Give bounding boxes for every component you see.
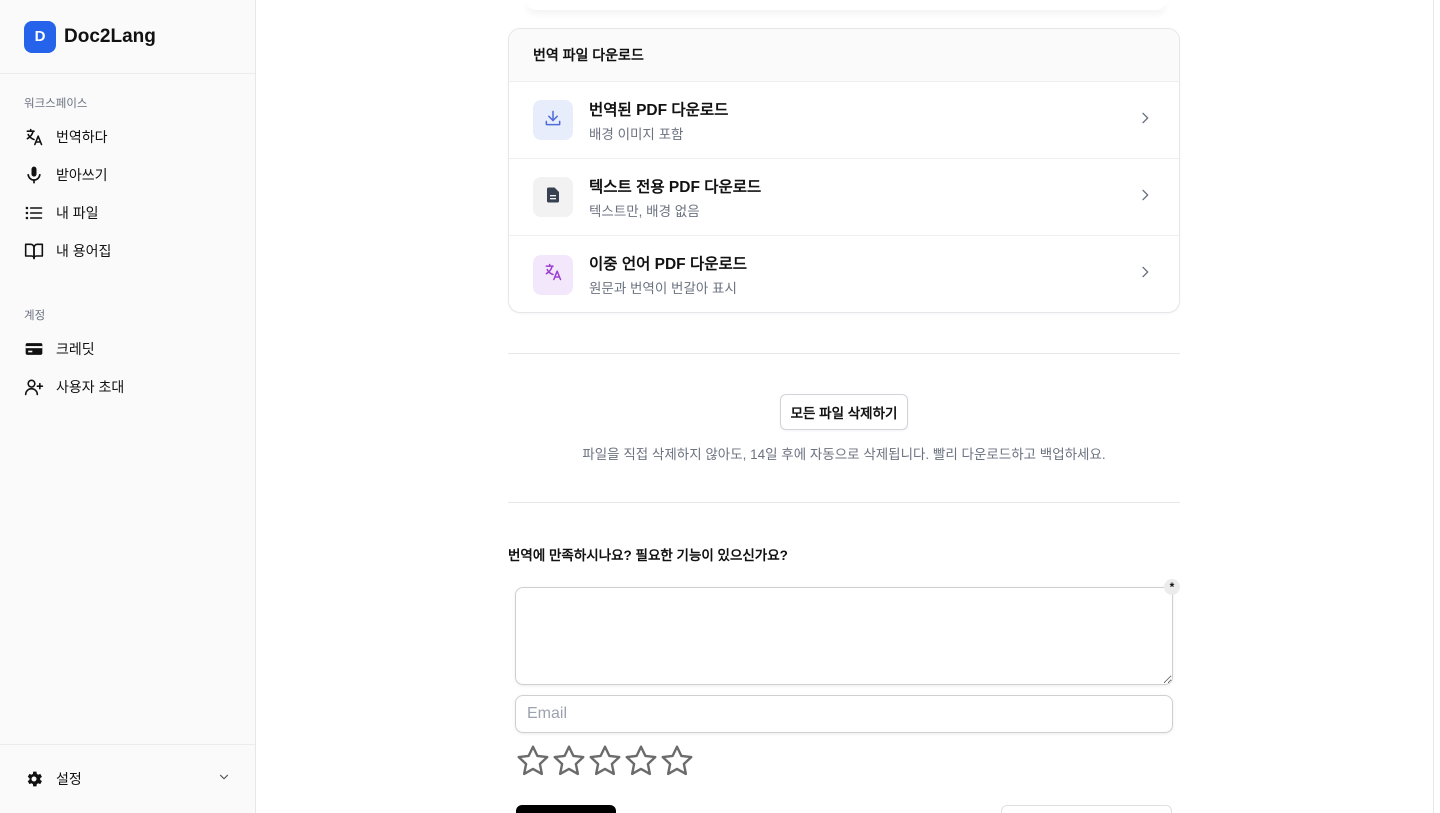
download-text: 번역된 PDF 다운로드 배경 이미지 포함 [589,98,1137,143]
sidebar-item-label: 받아쓰기 [56,167,108,183]
star-icon[interactable] [551,743,587,779]
chevron-right-icon [1137,264,1153,285]
download-text-only-pdf[interactable]: 텍스트 전용 PDF 다운로드 텍스트만, 배경 없음 [509,159,1179,236]
email-field[interactable] [515,695,1173,733]
secondary-feedback-button[interactable] [1001,805,1172,813]
feedback-question: 번역에 만족하시나요? 필요한 기능이 있으신가요? [508,548,788,563]
main-content: 번역 파일 다운로드 번역된 PDF 다운로드 배경 이미지 포함 텍스트 전용… [256,0,1440,813]
document-icon [544,186,562,209]
star-rating [515,743,695,779]
download-text: 이중 언어 PDF 다운로드 원문과 번역이 번갈아 표시 [589,252,1137,297]
chevron-right-icon [1137,110,1153,131]
sidebar-item-label: 사용자 초대 [56,379,125,395]
divider [508,502,1180,503]
list-icon [24,203,44,223]
chevron-down-icon [217,770,231,789]
document-icon-tile [533,177,573,217]
download-title: 이중 언어 PDF 다운로드 [589,256,747,273]
download-card-title: 번역 파일 다운로드 [509,29,1179,82]
user-plus-icon [24,377,44,397]
star-icon[interactable] [587,743,623,779]
submit-feedback-button[interactable] [516,805,616,813]
download-text: 텍스트 전용 PDF 다운로드 텍스트만, 배경 없음 [589,175,1137,220]
download-icon [543,108,563,133]
sidebar-item-my-files[interactable]: 내 파일 [12,196,244,230]
sidebar-item-invite-users[interactable]: 사용자 초대 [12,370,244,404]
download-translated-pdf[interactable]: 번역된 PDF 다운로드 배경 이미지 포함 [509,82,1179,159]
download-subtitle: 배경 이미지 포함 [589,126,684,142]
credit-card-icon [24,339,44,359]
star-icon[interactable] [623,743,659,779]
download-icon-tile [533,100,573,140]
brand: D Doc2Lang [0,0,255,74]
book-icon [24,241,44,261]
download-title: 번역된 PDF 다운로드 [589,101,729,119]
account-section-title: 계정 [24,310,46,322]
gear-icon [24,769,44,789]
delete-all-files-button[interactable]: 모든 파일 삭제하기 [780,394,908,430]
sidebar-item-glossary[interactable]: 내 용어집 [12,234,244,268]
download-card: 번역 파일 다운로드 번역된 PDF 다운로드 배경 이미지 포함 텍스트 전용… [508,28,1180,313]
divider [508,353,1180,354]
translate-icon [24,127,44,147]
settings-menu[interactable]: 설정 [0,744,255,813]
previous-card-edge [526,0,1166,10]
sidebar-item-label: 번역하다 [56,129,108,145]
sidebar-item-label: 내 용어집 [56,243,112,259]
download-subtitle: 원문과 번역이 번갈아 표시 [589,281,737,296]
feedback-textarea[interactable] [515,587,1173,685]
sidebar-item-label: 크레딧 [56,341,95,357]
star-icon[interactable] [515,743,551,779]
sidebar-item-credits[interactable]: 크레딧 [12,332,244,366]
sidebar-item-dictation[interactable]: 받아쓰기 [12,158,244,192]
star-icon[interactable] [659,743,695,779]
sidebar: D Doc2Lang 워크스페이스 번역하다 받아쓰기 내 파일 내 용어집 계… [0,0,256,813]
sidebar-item-translate[interactable]: 번역하다 [12,120,244,154]
download-bilingual-pdf[interactable]: 이중 언어 PDF 다운로드 원문과 번역이 번갈아 표시 [509,236,1179,312]
auto-delete-note: 파일을 직접 삭제하지 않아도, 14일 후에 자동으로 삭제됩니다. 빨리 다… [582,447,1106,462]
workspace-section-title: 워크스페이스 [24,98,88,110]
microphone-icon [24,165,44,185]
translate-icon-tile [533,254,573,295]
app-name[interactable]: Doc2Lang [64,26,156,48]
translate-icon [543,262,563,287]
download-subtitle: 텍스트만, 배경 없음 [589,203,700,219]
content-divider [1433,0,1434,813]
settings-label: 설정 [56,771,82,787]
app-logo[interactable]: D [24,20,56,53]
chevron-right-icon [1137,187,1153,208]
sidebar-item-label: 내 파일 [56,205,99,221]
required-indicator: * [1164,579,1180,595]
download-title: 텍스트 전용 PDF 다운로드 [589,178,762,196]
